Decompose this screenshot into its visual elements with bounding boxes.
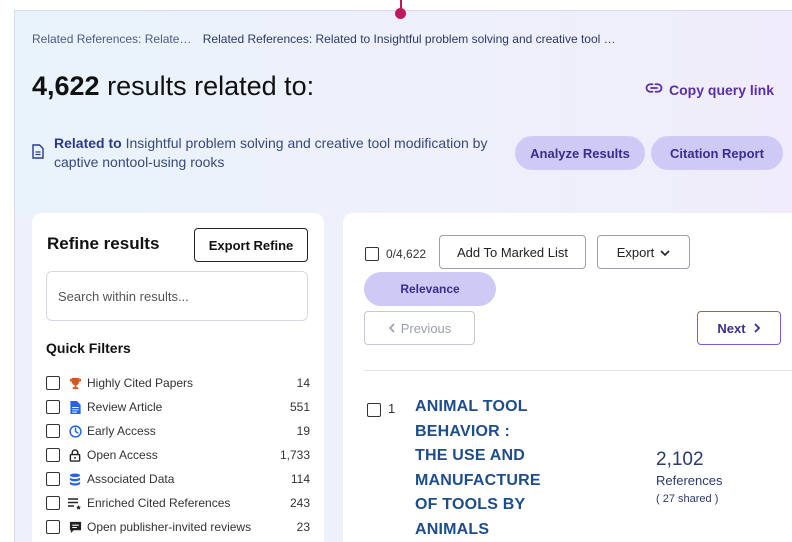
refine-title: Refine results bbox=[47, 234, 160, 253]
quick-filter-associated-data[interactable]: Associated Data 114 bbox=[46, 467, 310, 491]
app-frame: Related References: Relate… Related Refe… bbox=[14, 10, 792, 542]
references-label: References bbox=[656, 473, 723, 488]
divider bbox=[364, 370, 792, 371]
pin-marker bbox=[395, 8, 406, 19]
quick-filters-title: Quick Filters bbox=[46, 340, 131, 356]
filter-count: 243 bbox=[289, 496, 310, 510]
filter-count: 1,733 bbox=[279, 448, 310, 462]
record-title-line: ANIMALS bbox=[415, 520, 490, 538]
add-to-marked-list-button[interactable]: Add To Marked List bbox=[439, 235, 586, 269]
export-label: Export bbox=[616, 244, 655, 260]
next-page-button[interactable]: Next bbox=[697, 311, 781, 345]
filter-count: 114 bbox=[290, 472, 310, 486]
record-title-line: OF TOOLS BY bbox=[415, 496, 526, 514]
list-star-icon bbox=[68, 496, 82, 510]
citation-report-button[interactable]: Citation Report bbox=[651, 136, 783, 170]
related-text: Related to Insightful problem solving an… bbox=[54, 134, 512, 172]
lock-open-icon bbox=[68, 448, 82, 462]
filter-count: 23 bbox=[296, 520, 310, 534]
breadcrumb: Related References: Relate… Related Refe… bbox=[32, 32, 616, 46]
filter-label: Early Access bbox=[87, 424, 156, 438]
references-shared: ( 27 shared ) bbox=[656, 493, 719, 505]
record-title-line: ANIMAL TOOL bbox=[415, 398, 528, 415]
record-checkbox[interactable] bbox=[367, 403, 381, 417]
export-dropdown-button[interactable]: Export bbox=[597, 235, 690, 269]
record-title-line: BEHAVIOR : bbox=[415, 422, 511, 440]
record-title-line: THE USE AND bbox=[415, 447, 526, 465]
trophy-icon bbox=[68, 376, 82, 390]
document-icon bbox=[32, 144, 46, 172]
sort-relevance-button[interactable]: Relevance bbox=[364, 272, 496, 306]
database-icon bbox=[68, 472, 82, 486]
chevron-left-icon bbox=[388, 321, 395, 336]
copy-query-link-button[interactable]: Copy query link bbox=[645, 79, 774, 100]
quick-filter-enriched-refs[interactable]: Enriched Cited References 243 bbox=[46, 491, 310, 515]
filter-checkbox[interactable] bbox=[46, 376, 60, 390]
filter-label: Associated Data bbox=[87, 472, 175, 486]
copy-query-link-label: Copy query link bbox=[669, 81, 775, 98]
analyze-results-button[interactable]: Analyze Results bbox=[515, 136, 645, 170]
comment-icon bbox=[68, 520, 82, 534]
results-suffix: results related to: bbox=[99, 71, 315, 101]
page-title: 4,622 results related to: bbox=[32, 71, 314, 102]
filter-checkbox[interactable] bbox=[46, 520, 60, 534]
record-title-link[interactable]: ANIMAL TOOL BEHAVIOR : THE USE AND MANUF… bbox=[415, 395, 555, 542]
quick-filter-review-article[interactable]: Review Article 551 bbox=[46, 395, 310, 419]
references-count-link[interactable]: 2,102 bbox=[656, 449, 704, 471]
previous-page-button[interactable]: Previous bbox=[364, 311, 475, 345]
filter-label: Open Access bbox=[87, 448, 158, 462]
quick-filter-early-access[interactable]: Early Access 19 bbox=[46, 419, 310, 443]
clock-icon bbox=[68, 424, 82, 438]
selected-count: 0/4,622 bbox=[386, 247, 427, 261]
breadcrumb-link[interactable]: Related References: Relate… bbox=[32, 32, 191, 46]
filter-checkbox[interactable] bbox=[46, 496, 60, 510]
filter-label: Review Article bbox=[87, 400, 163, 414]
chevron-right-icon bbox=[753, 321, 761, 336]
next-label: Next bbox=[717, 320, 746, 336]
related-query: Related to Insightful problem solving an… bbox=[32, 134, 512, 172]
results-panel: 0/4,622 Add To Marked List Export Releva… bbox=[343, 213, 792, 542]
filter-count: 14 bbox=[296, 376, 310, 390]
search-within-input[interactable]: Search within results... bbox=[46, 271, 308, 321]
breadcrumb-current: Related References: Related to Insightfu… bbox=[202, 32, 616, 46]
record-title-line: MANUFACTURE bbox=[415, 471, 541, 489]
record-number: 1 bbox=[388, 401, 396, 416]
quick-filters-list: Highly Cited Papers 14 Review Article 55… bbox=[46, 371, 310, 539]
filter-label: Highly Cited Papers bbox=[87, 376, 194, 390]
filter-count: 551 bbox=[289, 400, 310, 414]
refine-panel: Refine results Export Refine Search with… bbox=[32, 213, 324, 542]
quick-filter-open-access[interactable]: Open Access 1,733 bbox=[46, 443, 310, 467]
filter-count: 19 bbox=[296, 424, 310, 438]
results-count: 4,622 bbox=[32, 71, 100, 101]
previous-label: Previous bbox=[400, 320, 452, 336]
quick-filter-open-reviews[interactable]: Open publisher-invited reviews 23 bbox=[46, 515, 310, 539]
chevron-down-icon bbox=[660, 245, 670, 260]
filter-checkbox[interactable] bbox=[46, 472, 60, 486]
quick-filter-highly-cited[interactable]: Highly Cited Papers 14 bbox=[46, 371, 310, 395]
document-icon bbox=[68, 400, 82, 414]
select-all[interactable]: 0/4,622 bbox=[365, 247, 426, 261]
link-icon bbox=[645, 79, 663, 100]
filter-checkbox[interactable] bbox=[46, 424, 60, 438]
filter-checkbox[interactable] bbox=[46, 400, 60, 414]
related-prefix: Related to bbox=[54, 135, 122, 151]
select-all-checkbox[interactable] bbox=[365, 247, 379, 261]
filter-label: Enriched Cited References bbox=[87, 496, 231, 510]
filter-label: Open publisher-invited reviews bbox=[87, 520, 252, 534]
filter-checkbox[interactable] bbox=[46, 448, 60, 462]
export-refine-button[interactable]: Export Refine bbox=[194, 228, 308, 262]
